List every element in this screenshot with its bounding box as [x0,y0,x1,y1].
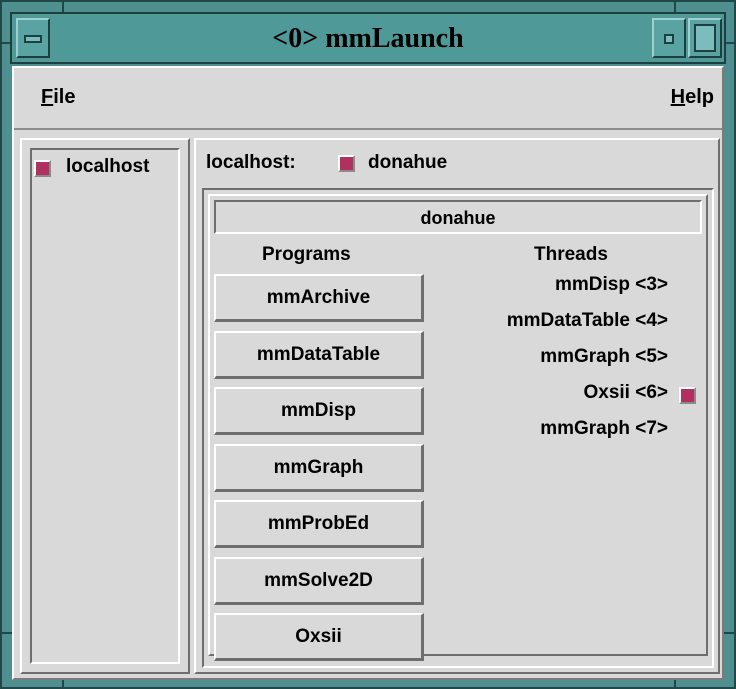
program-button-mmsolve2d[interactable]: mmSolve2D [214,557,424,605]
window-title: <0> mmLaunch [272,23,464,54]
thread-row: mmGraph <5> [426,346,702,374]
program-button-oxsii[interactable]: Oxsii [214,613,424,661]
thread-row: mmDisp <3> [426,274,702,302]
thread-label: mmDataTable <4> [506,310,668,331]
title-bar[interactable]: <0> mmLaunch [10,12,726,64]
account-label: donahue [368,152,448,173]
file-menu[interactable]: File [41,86,75,109]
minimize-icon [664,34,674,44]
menu-bar: File Help [14,68,722,130]
threads-list: mmDisp <3> mmDataTable <4> mmGraph <5> Oxsi… [426,274,702,474]
account-detail-panel: donahue Programs Threads mmArchive mmData… [202,188,714,668]
maximize-icon [694,24,716,52]
frame-corner-mark [724,632,734,634]
thread-label: mmGraph <5> [540,346,668,367]
host-list: localhost [30,148,180,664]
account-detail-inner: donahue Programs Threads mmArchive mmData… [208,194,708,661]
programs-header: Programs [262,244,351,265]
account-title-bar: donahue [214,200,702,234]
thread-row: mmGraph <7> [426,418,702,446]
account-title: donahue [420,208,496,228]
account-indicator-icon[interactable] [338,155,355,172]
programs-list: mmArchive mmDataTable mmDisp mmGraph mmProbE… [214,274,424,661]
program-button-mmprobed[interactable]: mmProbEd [214,500,424,548]
program-button-mmarchive[interactable]: mmArchive [214,274,424,322]
host-list-panel: localhost [20,138,190,674]
help-menu[interactable]: Help [671,86,714,109]
client-area: File Help localhost localhost: donahue d… [12,66,724,680]
minimize-button[interactable] [652,18,686,58]
host-label: localhost [66,156,150,177]
threads-header: Threads [534,244,608,265]
frame-corner-mark [2,632,12,634]
host-name-label: localhost: [206,152,296,173]
program-button-mmgraph[interactable]: mmGraph [214,444,424,492]
thread-row: Oxsii <6> [426,382,702,410]
host-indicator-icon[interactable] [34,160,51,177]
thread-label: mmGraph <7> [540,418,668,439]
account-panel: localhost: donahue donahue Programs Thre… [194,138,720,674]
thread-row: mmDataTable <4> [426,310,702,338]
thread-label: mmDisp <3> [555,274,668,295]
thread-label: Oxsii <6> [583,382,668,403]
maximize-button[interactable] [688,18,722,58]
program-button-mmdisp[interactable]: mmDisp [214,387,424,435]
thread-control-icon[interactable] [679,387,696,404]
program-button-mmdatatable[interactable]: mmDataTable [214,331,424,379]
host-item-localhost[interactable]: localhost [32,150,178,182]
